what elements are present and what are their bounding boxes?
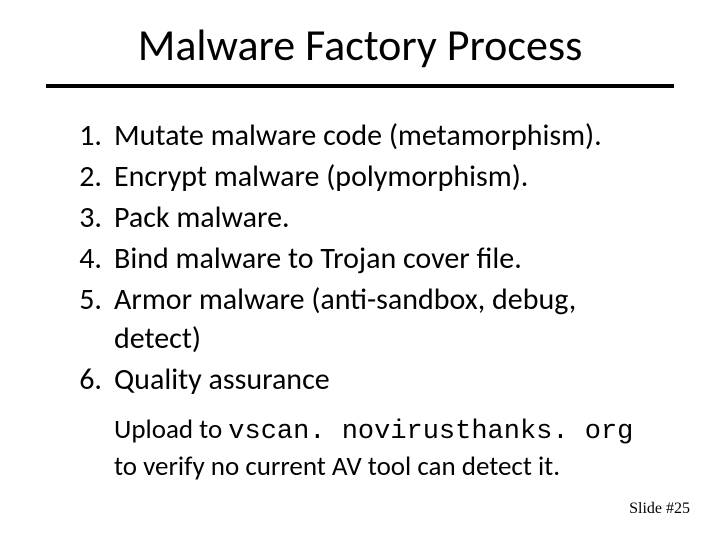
list-text: Mutate malware code (metamorphism). (114, 116, 660, 155)
list-number: 3. (60, 198, 114, 237)
list-number: 5. (60, 280, 114, 319)
title-underline (46, 84, 674, 88)
list-text: Armor malware (anti-sandbox, debug, dete… (114, 280, 660, 358)
list-text: Bind malware to Trojan cover file. (114, 239, 660, 278)
note-pre: Upload to (114, 413, 228, 446)
sub-note: Upload to vscan. novirusthanks. org to v… (114, 413, 660, 484)
list-item: 2. Encrypt malware (polymorphism). (60, 157, 660, 196)
list-item: 6. Quality assurance (60, 360, 660, 399)
slide: Malware Factory Process 1. Mutate malwar… (0, 0, 720, 540)
list-number: 1. (60, 116, 114, 155)
list-text: Pack malware. (114, 198, 660, 237)
list-text: Encrypt malware (polymorphism). (114, 157, 660, 196)
ordered-list: 1. Mutate malware code (metamorphism). 2… (60, 116, 660, 399)
slide-number: Slide #25 (629, 500, 690, 518)
slide-title: Malware Factory Process (0, 0, 720, 80)
list-number: 4. (60, 239, 114, 278)
list-item: 5. Armor malware (anti-sandbox, debug, d… (60, 280, 660, 358)
list-number: 6. (60, 360, 114, 399)
note-post: to verify no current AV tool can detect … (114, 450, 560, 483)
list-item: 1. Mutate malware code (metamorphism). (60, 116, 660, 155)
list-text: Quality assurance (114, 360, 660, 399)
list-item: 4. Bind malware to Trojan cover file. (60, 239, 660, 278)
list-number: 2. (60, 157, 114, 196)
list-item: 3. Pack malware. (60, 198, 660, 237)
note-code: vscan. novirusthanks. org (228, 417, 633, 447)
